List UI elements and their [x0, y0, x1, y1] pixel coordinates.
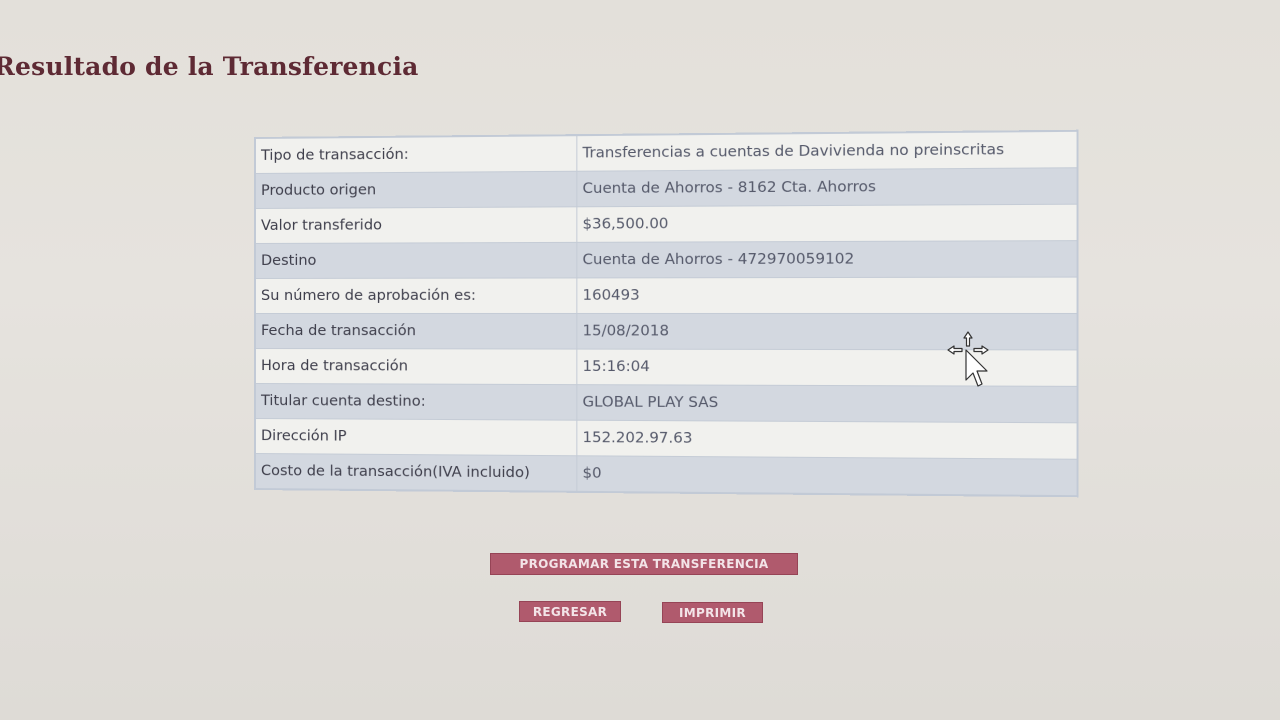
row-label-fecha: Fecha de transacción [255, 314, 577, 350]
table-row: Valor transferido $36,500.00 [255, 204, 1078, 243]
programar-transferencia-button[interactable]: PROGRAMAR ESTA TRANSFERENCIA [490, 553, 798, 575]
row-value-valor: $36,500.00 [577, 204, 1078, 242]
row-value-aprobacion: 160493 [577, 277, 1078, 313]
row-value-costo: $0 [577, 456, 1078, 496]
table-row: Costo de la transacción(IVA incluido) $0 [255, 454, 1078, 497]
row-value-ip: 152.202.97.63 [577, 420, 1078, 459]
imprimir-button[interactable]: IMPRIMIR [662, 602, 763, 623]
row-value-fecha: 15/08/2018 [577, 314, 1078, 350]
table-row: Dirección IP 152.202.97.63 [255, 419, 1078, 460]
table-row: Producto origen Cuenta de Ahorros - 8162… [255, 168, 1078, 209]
row-value-hora: 15:16:04 [577, 349, 1078, 386]
row-label-tipo: Tipo de transacción: [255, 135, 577, 173]
page-title: Resultado de la Transferencia [0, 52, 419, 81]
row-label-aprobacion: Su número de aprobación es: [255, 278, 577, 314]
move-cursor-icon [946, 330, 994, 394]
row-value-destino: Cuenta de Ahorros - 472970059102 [577, 241, 1078, 278]
table-row: Su número de aprobación es: 160493 [255, 277, 1078, 313]
table-row: Destino Cuenta de Ahorros - 472970059102 [255, 241, 1078, 279]
row-label-costo: Costo de la transacción(IVA incluido) [255, 454, 577, 492]
transfer-result-table: Tipo de transacción: Transferencias a cu… [254, 130, 1079, 498]
row-label-producto: Producto origen [255, 171, 577, 208]
row-value-producto: Cuenta de Ahorros - 8162 Cta. Ahorros [577, 168, 1078, 207]
row-label-ip: Dirección IP [255, 419, 577, 456]
row-value-titular: GLOBAL PLAY SAS [577, 385, 1078, 423]
row-label-titular: Titular cuenta destino: [255, 384, 577, 421]
row-label-valor: Valor transferido [255, 207, 577, 244]
row-value-tipo: Transferencias a cuentas de Davivienda n… [577, 131, 1078, 171]
row-label-destino: Destino [255, 242, 577, 278]
table-row: Tipo de transacción: Transferencias a cu… [255, 131, 1078, 174]
row-label-hora: Hora de transacción [255, 349, 577, 385]
regresar-button[interactable]: REGRESAR [519, 601, 621, 622]
